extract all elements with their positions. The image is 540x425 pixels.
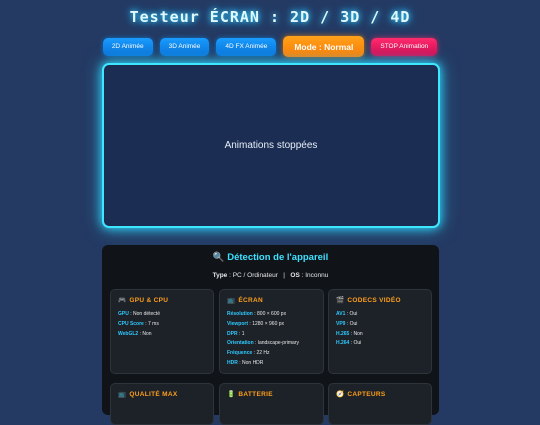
qualite-max-title: QUALITÉ MAX (129, 391, 178, 398)
clapperboard-icon: 🎬 (336, 297, 345, 304)
mode-button[interactable]: Mode : Normal (283, 36, 365, 57)
gamepad-icon: 🎮 (118, 297, 127, 304)
codecs-title: CODECS VIDÉO (347, 297, 401, 304)
anim-4d-fx-button[interactable]: 4D FX Animée (216, 37, 277, 56)
gpu-cpu-title: GPU & CPU (129, 297, 169, 304)
codecs-video-card: 🎬 CODECS VIDÉO AV1 : Oui VP9 : Oui H.265 … (328, 289, 432, 374)
tv-icon: 📺 (118, 391, 127, 398)
device-detection-panel: 🔍 Détection de l'appareil Type : PC / Or… (102, 245, 439, 425)
detection-title: 🔍 Détection de l'appareil (212, 252, 329, 263)
stop-animation-button[interactable]: STOP Animation (371, 37, 438, 56)
battery-icon: 🔋 (227, 391, 236, 398)
capteurs-title: CAPTEURS (347, 391, 386, 398)
tv-icon: 📺 (227, 297, 236, 304)
os-label: OS (290, 272, 300, 279)
animation-screen: Animations stoppées (102, 63, 440, 228)
compass-icon: 🧭 (336, 391, 345, 398)
anim-2d-button[interactable]: 2D Animée (102, 37, 153, 56)
device-summary: Type : PC / Ordinateur | OS : Inconnu (102, 272, 439, 279)
webgl2-row: WebGL2 : Non (118, 330, 152, 337)
viewport-row: Viewport : 1280 × 960 px (227, 320, 285, 327)
type-label: Type (212, 272, 228, 279)
h265-row: H.265 : Non (336, 330, 363, 337)
batterie-title: BATTERIE (238, 391, 273, 398)
type-value: : PC / Ordinateur (227, 272, 278, 279)
button-bar: 2D Animée 3D Animée 4D FX Animée Mode : … (0, 36, 540, 57)
gpu-row: GPU : Non détecté (118, 311, 160, 317)
qualite-max-card: 📺 QUALITÉ MAX (110, 383, 214, 425)
batterie-card: 🔋 BATTERIE (219, 383, 324, 425)
vp9-row: VP9 : Oui (336, 320, 358, 327)
anim-3d-button[interactable]: 3D Animée (159, 37, 210, 56)
av1-row: AV1 : Oui (336, 311, 358, 317)
h264-row: H.264 : Oui (336, 340, 362, 347)
ecran-card: 📺 ÉCRAN Résolution : 800 × 600 px Viewpor… (219, 289, 324, 374)
page-title: Testeur ÉCRAN : 2D / 3D / 4D (129, 8, 411, 26)
orientation-row: Orientation : landscape-primary (227, 340, 299, 347)
os-value: : Inconnu (299, 272, 329, 279)
animation-status: Animations stoppées (224, 140, 318, 151)
cpu-score-row: CPU Score : 7 ms (118, 320, 159, 327)
resolution-row: Résolution : 800 × 600 px (227, 311, 287, 317)
capteurs-card: 🧭 CAPTEURS (328, 383, 432, 425)
summary-separator: | (283, 272, 285, 279)
hdr-row: HDR : Non HDR (227, 359, 264, 366)
gpu-cpu-card: 🎮 GPU & CPU GPU : Non détecté CPU Score :… (110, 289, 214, 374)
ecran-title: ÉCRAN (238, 297, 264, 304)
dpr-row: DPR : 1 (227, 330, 245, 337)
frequence-row: Fréquence : 22 Hz (227, 350, 270, 357)
